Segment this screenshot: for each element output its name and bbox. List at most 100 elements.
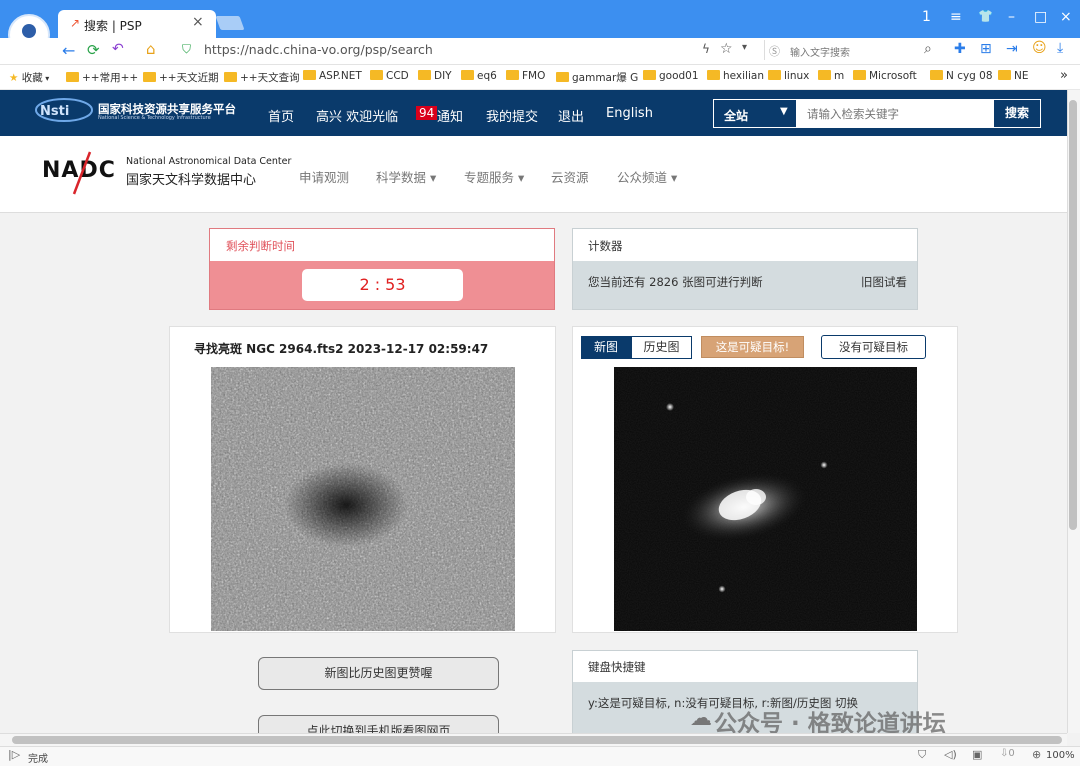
bookmark-label: ++常用++	[82, 72, 139, 84]
folder-icon	[143, 72, 156, 82]
folder-icon	[66, 72, 79, 82]
folder-icon	[506, 70, 519, 80]
bookmark-item[interactable]: good01	[643, 70, 699, 82]
vertical-scroll-thumb[interactable]	[1069, 100, 1077, 530]
bookmark-favorites[interactable]: ★ 收藏 ▾	[9, 70, 49, 85]
bookmark-label: ++天文近期	[159, 72, 219, 84]
bookmark-item[interactable]: ++天文近期	[143, 70, 219, 85]
bookmark-item[interactable]: N cyg 08	[930, 70, 993, 82]
shield-icon[interactable]: ⛉	[918, 748, 926, 762]
tab-count-icon[interactable]: 1	[922, 9, 931, 25]
tab-history-image[interactable]: 历史图	[631, 336, 692, 359]
maximize-button[interactable]: □	[1034, 9, 1047, 25]
folder-icon	[461, 70, 474, 80]
home-icon[interactable]: ⌂	[146, 40, 156, 58]
notice-count-badge[interactable]: 94	[416, 106, 438, 120]
nav-my-submissions[interactable]: 我的提交	[486, 106, 538, 125]
bookmark-item[interactable]: hexilian	[707, 70, 764, 82]
horizontal-scroll-thumb[interactable]	[12, 736, 1062, 744]
translate-icon[interactable]: ⊞	[980, 41, 992, 57]
nav-home[interactable]: 首页	[268, 106, 294, 125]
tab-favicon-icon: ↗	[70, 16, 81, 30]
zoom-level[interactable]: 100%	[1046, 750, 1075, 761]
nav-english[interactable]: English	[606, 106, 653, 121]
undo-icon[interactable]: ↶	[112, 41, 124, 57]
bookmark-item[interactable]: ++天文查询	[224, 70, 300, 85]
bookmark-item[interactable]: NE	[998, 70, 1029, 82]
emoji-icon[interactable]: ☺	[1032, 40, 1047, 56]
remaining-images-text: 您当前还有 2826 张图可进行判断	[588, 275, 763, 289]
star-icon[interactable]: ☆	[720, 41, 733, 57]
bookmark-item[interactable]: eq6	[461, 70, 497, 82]
new-tab-button[interactable]	[215, 16, 245, 30]
counter-title: 计数器	[588, 239, 623, 253]
svg-text:Nsti: Nsti	[40, 104, 69, 119]
bookmark-item[interactable]: FMO	[506, 70, 545, 82]
tab-close-icon[interactable]: ×	[192, 14, 204, 30]
bookmark-item[interactable]: CCD	[370, 70, 409, 82]
menu-science-data[interactable]: 科学数据 ▾	[376, 167, 436, 186]
old-image-trial-link[interactable]: 旧图试看	[861, 274, 907, 290]
site-search-button[interactable]: 搜索	[993, 99, 1041, 128]
download-icon[interactable]: ⤓	[1057, 40, 1063, 56]
search-icon[interactable]: ⌕	[924, 41, 932, 57]
tab-title: 搜索 | PSP	[84, 19, 142, 33]
nadc-swoosh-icon	[72, 151, 92, 195]
speaker-icon[interactable]: ◁)	[944, 748, 957, 761]
close-window-button[interactable]: ×	[1060, 9, 1072, 25]
chevron-down-icon: ▼	[780, 106, 788, 117]
folder-icon	[556, 72, 569, 82]
bookmark-item[interactable]: m	[818, 70, 844, 82]
status-text: 完成	[28, 754, 48, 765]
bookmark-item[interactable]: gammar爆 G	[556, 70, 638, 85]
menu-cloud-resources[interactable]: 云资源	[551, 167, 589, 186]
folder-icon	[643, 70, 656, 80]
bookmark-item[interactable]: DIY	[418, 70, 452, 82]
nav-welcome[interactable]: 高兴 欢迎光临	[316, 106, 398, 125]
bookmark-item[interactable]: Microsoft	[853, 70, 917, 82]
menu-topic-services[interactable]: 专题服务 ▾	[464, 167, 524, 186]
bookmark-label: Microsoft	[869, 70, 917, 82]
new-better-than-history-button[interactable]: 新图比历史图更赞喔	[258, 657, 499, 690]
bookmark-item[interactable]: linux	[768, 70, 809, 82]
url-field[interactable]: https://nadc.china-vo.org/psp/search	[204, 42, 433, 57]
bookmark-item[interactable]: ++常用++	[66, 70, 138, 85]
zoom-icon[interactable]: ⊕	[1032, 748, 1041, 761]
bookmarks-more-icon[interactable]: »	[1060, 68, 1068, 83]
reload-icon[interactable]: ⟳	[87, 41, 100, 59]
search-engine-icon[interactable]: Ⓢ	[769, 43, 780, 59]
menu-public-channel[interactable]: 公众频道 ▾	[617, 167, 677, 186]
login-icon[interactable]: ⇥	[1006, 41, 1018, 57]
wechat-icon: ☁	[690, 706, 712, 731]
menu-icon[interactable]: ≡	[950, 9, 962, 25]
site-search-input[interactable]	[797, 99, 993, 128]
noise-texture	[211, 367, 515, 631]
folder-icon	[370, 70, 383, 80]
galaxy-image[interactable]	[614, 367, 917, 631]
tab-new-image[interactable]: 新图	[581, 336, 631, 359]
back-icon[interactable]: ←	[62, 41, 75, 60]
difference-image[interactable]	[211, 367, 515, 631]
menu-apply-observation[interactable]: 申请观测	[299, 167, 349, 186]
minimize-button[interactable]: –	[1008, 9, 1015, 25]
nsti-logo-icon[interactable]: Nsti	[34, 97, 94, 123]
nav-notice[interactable]: 通知	[437, 106, 463, 125]
no-suspicious-target-button[interactable]: 没有可疑目标	[821, 335, 926, 359]
star-icon: ★	[9, 72, 19, 84]
nav-logout[interactable]: 退出	[558, 106, 584, 125]
folder-icon	[707, 70, 720, 80]
search-scope-select[interactable]: 全站 ▼	[713, 99, 797, 128]
download-count-icon[interactable]: ⇩0	[1000, 748, 1015, 759]
nadc-chinese-name: 国家天文科学数据中心	[126, 173, 257, 188]
suspicious-target-button[interactable]: 这是可疑目标!	[701, 336, 804, 358]
flash-icon[interactable]: ϟ	[702, 42, 710, 56]
dropdown-icon[interactable]: ▾	[742, 42, 747, 53]
screenshot-icon[interactable]: ▣	[972, 748, 982, 761]
bookmark-item[interactable]: ASP.NET	[303, 70, 362, 82]
browser-search-placeholder[interactable]: 输入文字搜索	[790, 44, 850, 59]
extension-icon[interactable]: ✚	[954, 41, 966, 57]
skin-icon[interactable]: 👕	[978, 9, 993, 23]
folder-icon	[998, 70, 1011, 80]
sidebar-toggle-icon[interactable]: |▷	[8, 748, 20, 761]
nadc-english-name: National Astronomical Data Center	[126, 156, 292, 167]
